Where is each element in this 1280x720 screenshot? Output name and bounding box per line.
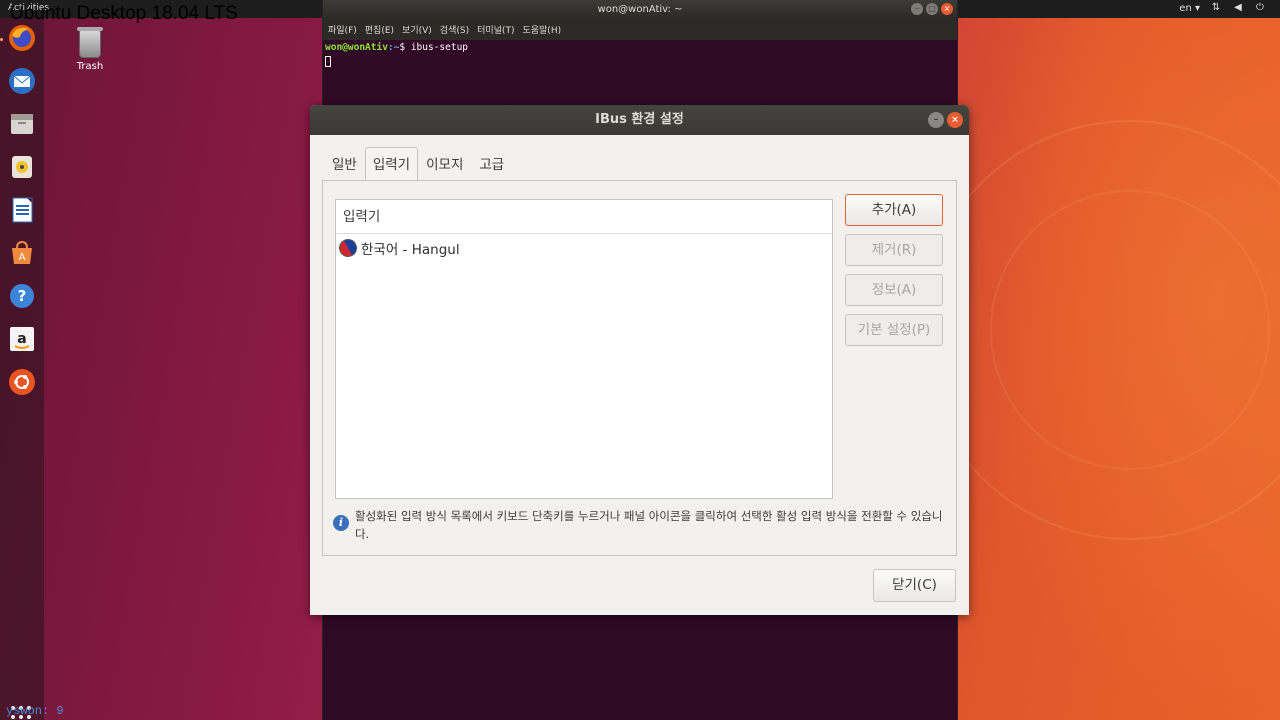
terminal-title: won@wonAtiv: ~ xyxy=(597,4,683,15)
terminal-line: won@wonAtiv:~$ ibus-setup xyxy=(325,42,955,53)
maximize-icon[interactable]: □ xyxy=(926,3,938,15)
volume-icon[interactable]: ◀ xyxy=(1232,2,1244,14)
tab-emoji[interactable]: 이모지 xyxy=(418,147,471,181)
terminal-command: $ ibus-setup xyxy=(399,42,469,53)
input-method-label: 한국어 - Hangul xyxy=(361,242,460,258)
rhythmbox-icon[interactable] xyxy=(6,151,38,183)
ibus-preferences-dialog[interactable]: IBus 환경 설정 – × 일반 입력기 이모지 고급 입력기 한국어 - H… xyxy=(310,105,969,615)
system-tray: en ▾ ⇅ ◀ ⏻ xyxy=(1179,2,1266,14)
tab-bar: 일반 입력기 이모지 고급 xyxy=(324,147,512,181)
prompt-user: won@wonAtiv xyxy=(325,42,388,53)
tab-input-method[interactable]: 입력기 xyxy=(364,147,419,181)
amazon-icon[interactable]: a xyxy=(6,323,38,355)
power-icon[interactable]: ⏻ xyxy=(1254,2,1266,14)
list-item[interactable]: 한국어 - Hangul xyxy=(335,234,832,262)
preferences-button[interactable]: 기본 설정(P) xyxy=(845,314,943,346)
prompt-path: :~ xyxy=(387,42,400,53)
remove-button[interactable]: 제거(R) xyxy=(845,234,943,266)
info-icon: i xyxy=(333,515,349,531)
list-header: 입력기 xyxy=(336,200,832,234)
dialog-titlebar[interactable]: IBus 환경 설정 – × xyxy=(310,105,969,135)
minimize-icon[interactable]: – xyxy=(928,112,944,128)
svg-text:a: a xyxy=(17,331,26,347)
dock: A ? a xyxy=(0,18,44,720)
trash-desktop-item[interactable]: Trash xyxy=(70,27,110,72)
trash-icon xyxy=(77,27,103,58)
software-icon[interactable]: A xyxy=(6,237,38,269)
close-icon[interactable]: × xyxy=(941,3,953,15)
minimize-icon[interactable]: – xyxy=(911,3,923,15)
menu-file[interactable]: 파일(F) xyxy=(328,23,357,36)
terminal-menubar: 파일(F) 편집(E) 보기(V) 검색(S) 터미널(T) 도움말(H) xyxy=(323,19,957,40)
terminal-titlebar[interactable]: won@wonAtiv: ~ – □ × xyxy=(323,0,957,19)
dock-active-indicator xyxy=(0,38,3,41)
wallpaper-ring-inner xyxy=(990,190,1270,470)
menu-help[interactable]: 도움말(H) xyxy=(522,23,561,36)
tab-advanced[interactable]: 고급 xyxy=(471,147,512,181)
input-method-panel: 입력기 한국어 - Hangul 추가(A) 제거(R) 정보(A) 기본 설정… xyxy=(322,180,957,556)
terminal-body[interactable]: won@wonAtiv:~$ ibus-setup xyxy=(323,40,957,72)
files-icon[interactable] xyxy=(6,108,38,140)
info-message: i 활성화된 입력 방식 목록에서 키보드 단축키를 누르거나 패널 아이콘을 … xyxy=(333,507,948,543)
menu-edit[interactable]: 편집(E) xyxy=(365,23,394,36)
add-button[interactable]: 추가(A) xyxy=(845,194,943,226)
network-icon[interactable]: ⇅ xyxy=(1210,2,1222,14)
close-button[interactable]: 닫기(C) xyxy=(873,569,956,602)
dialog-title: IBus 환경 설정 xyxy=(595,112,684,127)
svg-text:A: A xyxy=(19,252,26,263)
help-icon[interactable]: ? xyxy=(6,280,38,312)
tab-general[interactable]: 일반 xyxy=(324,147,365,181)
overlay-title: Ubuntu Desktop 18.04 LTS xyxy=(10,3,238,24)
svg-text:?: ? xyxy=(18,287,27,305)
footer-label: yswon: 9 xyxy=(6,704,64,718)
menu-search[interactable]: 검색(S) xyxy=(440,23,469,36)
writer-icon[interactable] xyxy=(6,194,38,226)
firefox-icon[interactable] xyxy=(6,22,38,54)
trash-label: Trash xyxy=(76,61,104,72)
terminal-cursor xyxy=(325,56,331,67)
ubuntu-icon[interactable] xyxy=(6,366,38,398)
input-method-actions: 추가(A) 제거(R) 정보(A) 기본 설정(P) xyxy=(845,194,943,346)
menu-terminal[interactable]: 터미널(T) xyxy=(477,23,514,36)
menu-view[interactable]: 보기(V) xyxy=(402,23,432,36)
language-indicator[interactable]: en ▾ xyxy=(1179,3,1200,14)
input-method-list[interactable]: 입력기 한국어 - Hangul xyxy=(335,199,833,499)
close-icon[interactable]: × xyxy=(947,112,963,128)
taeguk-icon xyxy=(335,235,361,261)
about-button[interactable]: 정보(A) xyxy=(845,274,943,306)
thunderbird-icon[interactable] xyxy=(6,65,38,97)
info-text: 활성화된 입력 방식 목록에서 키보드 단축키를 누르거나 패널 아이콘을 클릭… xyxy=(355,509,943,541)
